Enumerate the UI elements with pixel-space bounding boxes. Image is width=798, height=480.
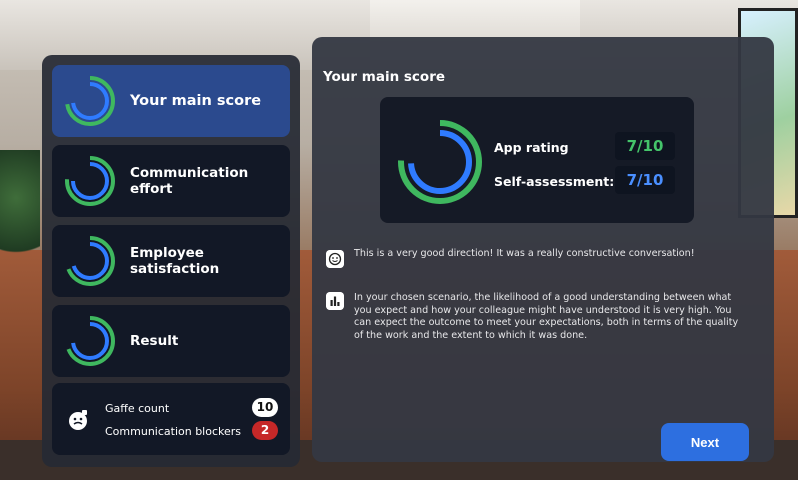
progress-ring-icon xyxy=(65,316,115,366)
self-assessment-value: 7/10 xyxy=(615,166,675,194)
nav-item-employee-satisfaction[interactable]: Employee satisfaction xyxy=(52,225,290,297)
self-assessment-label: Self-assessment: xyxy=(494,174,615,189)
score-card: App rating 7/10 Self-assessment: 7/10 xyxy=(380,97,694,223)
background-plant xyxy=(0,150,40,270)
progress-ring-icon xyxy=(65,236,115,286)
app-rating-value: 7/10 xyxy=(615,132,675,160)
communication-blockers-label: Communication blockers xyxy=(105,425,242,438)
score-ring-icon xyxy=(398,120,482,204)
progress-ring-icon xyxy=(65,76,115,126)
nav-item-result[interactable]: Result xyxy=(52,305,290,377)
progress-ring-icon xyxy=(65,156,115,206)
nav-item-main-score[interactable]: Your main score xyxy=(52,65,290,137)
nav-item-label: Employee satisfaction xyxy=(130,245,220,277)
feedback-message: This is a very good direction! It was a … xyxy=(354,248,695,259)
nav-item-label: Result xyxy=(130,333,179,349)
page-title: Your main score xyxy=(323,69,446,85)
gaffe-count-badge: 10 xyxy=(252,398,278,417)
smiley-icon xyxy=(326,250,344,268)
bar-chart-icon xyxy=(326,292,344,310)
nav-item-label: Communication effort xyxy=(130,165,249,197)
nav-item-label: Your main score xyxy=(130,93,262,109)
score-navigation-panel: Your main score Communication effort Emp… xyxy=(42,55,300,467)
nav-item-communication-effort[interactable]: Communication effort xyxy=(52,145,290,217)
next-button[interactable]: Next xyxy=(661,423,749,461)
gaffe-face-icon xyxy=(69,410,87,430)
communication-blockers-badge: 2 xyxy=(252,421,278,440)
app-rating-label: App rating xyxy=(494,140,569,155)
gaffe-count-label: Gaffe count xyxy=(105,402,170,415)
stats-box: Gaffe count 10 Communication blockers 2 xyxy=(52,383,290,455)
outcome-description: In your chosen scenario, the likelihood … xyxy=(354,292,739,341)
score-detail-panel: Your main score App rating 7/10 Self-ass… xyxy=(312,37,774,462)
